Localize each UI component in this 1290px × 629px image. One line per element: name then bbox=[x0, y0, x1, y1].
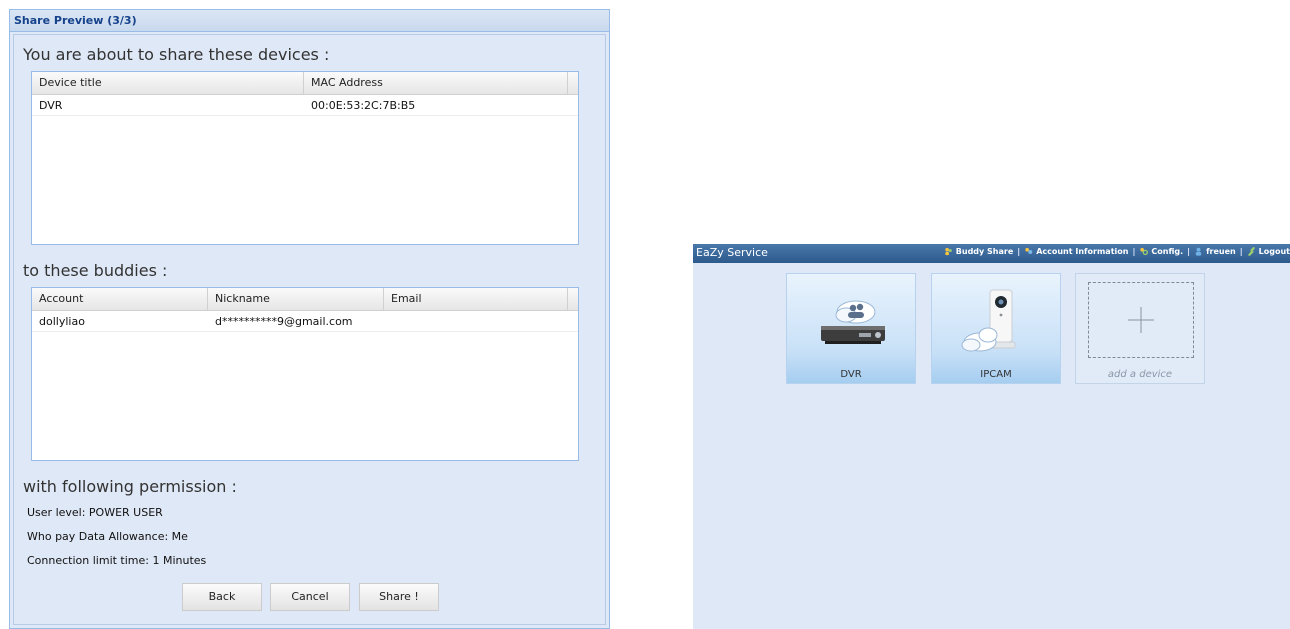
eazy-service-panel: EaZy Service Buddy Share | Account Infor… bbox=[693, 244, 1290, 629]
devices-heading: You are about to share these devices : bbox=[23, 45, 330, 64]
ipcam-icon bbox=[961, 289, 1016, 352]
account-cell: dollyliao bbox=[39, 315, 85, 328]
nav-separator: | bbox=[1017, 247, 1021, 256]
nav-user-label: freuen bbox=[1206, 247, 1236, 256]
share-button[interactable]: Share ! bbox=[359, 583, 439, 611]
permission-heading: with following permission : bbox=[23, 477, 237, 496]
table-row[interactable]: dollyliao d**********9@gmail.com bbox=[32, 311, 578, 332]
add-device-tile[interactable]: add a device bbox=[1075, 273, 1205, 384]
buddy-share-icon bbox=[945, 247, 952, 256]
column-nickname[interactable]: Nickname bbox=[208, 288, 384, 310]
nav-buddy-share[interactable]: Buddy Share bbox=[944, 247, 1013, 256]
share-preview-dialog: Share Preview (3/3) You are about to sha… bbox=[9, 9, 610, 629]
column-spacer bbox=[568, 72, 578, 94]
account-info-icon bbox=[1025, 247, 1033, 254]
buddies-grid-header: Account Nickname Email bbox=[32, 288, 578, 311]
nav-separator: | bbox=[1187, 247, 1191, 256]
nav-config[interactable]: Config. bbox=[1139, 247, 1183, 256]
column-email[interactable]: Email bbox=[384, 288, 568, 310]
ipcam-label: IPCAM bbox=[980, 369, 1012, 380]
nickname-cell: d**********9@gmail.com bbox=[215, 315, 353, 328]
connection-limit-text: Connection limit time: 1 Minutes bbox=[27, 554, 207, 567]
top-bar: EaZy Service Buddy Share | Account Infor… bbox=[693, 244, 1290, 263]
plus-icon bbox=[1128, 307, 1154, 333]
table-row[interactable]: DVR 00:0E:53:2C:7B:B5 bbox=[32, 95, 578, 116]
user-icon bbox=[1195, 247, 1202, 256]
top-nav: Buddy Share | Account Information | Conf… bbox=[940, 247, 1290, 256]
buddies-grid: Account Nickname Email dollyliao d******… bbox=[31, 287, 579, 461]
nav-account-information[interactable]: Account Information bbox=[1024, 247, 1128, 256]
buddies-heading: to these buddies : bbox=[23, 261, 168, 280]
column-device-title[interactable]: Device title bbox=[32, 72, 304, 94]
devices-grid-header: Device title MAC Address bbox=[32, 72, 578, 95]
email-cell bbox=[384, 311, 568, 331]
mac-address-cell: 00:0E:53:2C:7B:B5 bbox=[311, 99, 416, 112]
cancel-button[interactable]: Cancel bbox=[270, 583, 350, 611]
device-tile-dvr[interactable]: DVR bbox=[786, 273, 916, 384]
nav-separator: | bbox=[1132, 247, 1136, 256]
logout-icon bbox=[1247, 247, 1255, 256]
add-device-label: add a device bbox=[1107, 369, 1173, 380]
dvr-label: DVR bbox=[840, 369, 862, 380]
nav-user[interactable]: freuen bbox=[1194, 247, 1236, 256]
dialog-title: Share Preview (3/3) bbox=[10, 10, 609, 32]
data-allowance-text: Who pay Data Allowance: Me bbox=[27, 530, 188, 543]
user-level-text: User level: POWER USER bbox=[27, 506, 163, 519]
column-mac-address[interactable]: MAC Address bbox=[304, 72, 568, 94]
nav-logout-label: Logout bbox=[1258, 247, 1290, 256]
nav-buddy-share-label: Buddy Share bbox=[955, 247, 1014, 256]
column-account[interactable]: Account bbox=[32, 288, 208, 310]
dialog-body: You are about to share these devices : D… bbox=[13, 34, 606, 625]
devices-grid: Device title MAC Address DVR 00:0E:53:2C… bbox=[31, 71, 579, 245]
device-title-cell: DVR bbox=[39, 99, 63, 112]
nav-account-information-label: Account Information bbox=[1036, 247, 1129, 256]
config-icon bbox=[1140, 247, 1149, 256]
device-tile-ipcam[interactable]: IPCAM bbox=[931, 273, 1061, 384]
column-spacer bbox=[568, 288, 578, 310]
nav-separator: | bbox=[1239, 247, 1243, 256]
back-button[interactable]: Back bbox=[182, 583, 262, 611]
nav-config-label: Config. bbox=[1151, 247, 1184, 256]
nav-logout[interactable]: Logout bbox=[1247, 247, 1290, 256]
brand-title: EaZy Service bbox=[696, 246, 768, 259]
dvr-icon bbox=[821, 300, 885, 344]
